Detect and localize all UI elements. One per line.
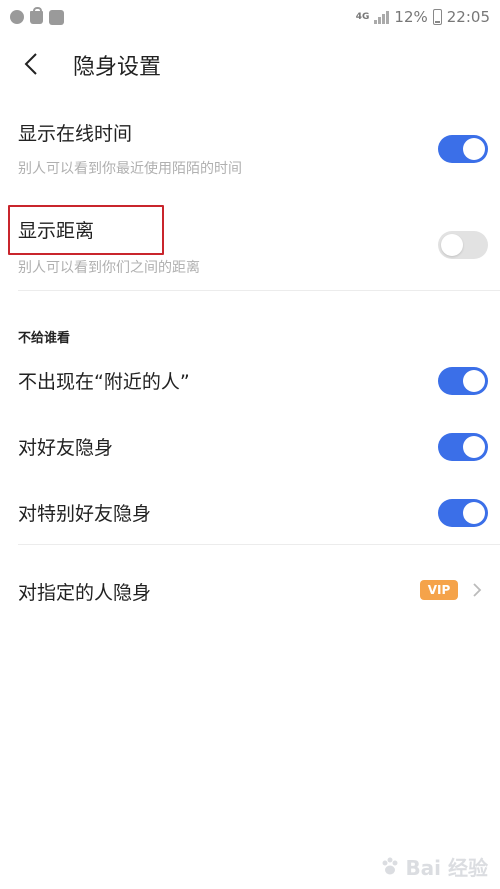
battery-icon [432,9,442,25]
hide-friends-toggle[interactable] [438,433,488,461]
network-type: 4G [355,11,370,22]
setting-title: 不出现在“附近的人” [18,371,190,393]
setting-show-online-time: 显示在线时间 别人可以看到你最近使用陌陌的时间 [0,115,500,195]
setting-title: 对指定的人隐身 [18,582,152,604]
setting-hide-nearby: 不出现在“附近的人” [0,362,500,402]
setting-subtitle: 别人可以看到你们之间的距离 [18,260,200,276]
online-time-toggle[interactable] [438,135,488,163]
toggle-knob [463,436,485,458]
page-title: 隐身设置 [73,55,162,80]
signal-icon [374,10,390,24]
distance-toggle[interactable] [438,231,488,259]
toggle-knob [463,370,485,392]
shopping-bag-icon [30,6,43,24]
setting-title: 显示在线时间 [18,123,133,145]
divider [18,544,500,545]
setting-subtitle: 别人可以看到你最近使用陌陌的时间 [18,161,242,177]
setting-title: 对特别好友隐身 [18,503,152,525]
toggle-knob [441,234,463,256]
clock: 22:05 [446,8,490,26]
app-header: 隐身设置 [0,40,500,88]
setting-title: 对好友隐身 [18,437,114,459]
status-bar: 4G 12% 22:05 [0,0,500,34]
sound-icon [10,10,24,24]
hide-special-friends-toggle[interactable] [438,499,488,527]
battery-percent: 12% [394,8,428,26]
divider [18,290,500,291]
status-right: 4G 12% 22:05 [356,8,490,26]
toggle-knob [463,502,485,524]
vip-badge: VIP [420,580,458,600]
highlight-box [8,205,164,255]
hide-nearby-toggle[interactable] [438,367,488,395]
status-left-icons [10,6,64,25]
setting-hide-friends: 对好友隐身 [0,428,500,468]
watermark: Bai 经验 [379,852,488,881]
wifi-icon [49,9,64,25]
toggle-knob [463,138,485,160]
watermark-text: Bai 经验 [405,856,488,880]
section-label: 不给谁看 [18,331,71,346]
chevron-left-icon[interactable] [20,52,44,76]
paw-icon [382,857,398,874]
setting-hide-special-friends: 对特别好友隐身 [0,495,500,535]
chevron-right-icon[interactable] [470,582,484,598]
